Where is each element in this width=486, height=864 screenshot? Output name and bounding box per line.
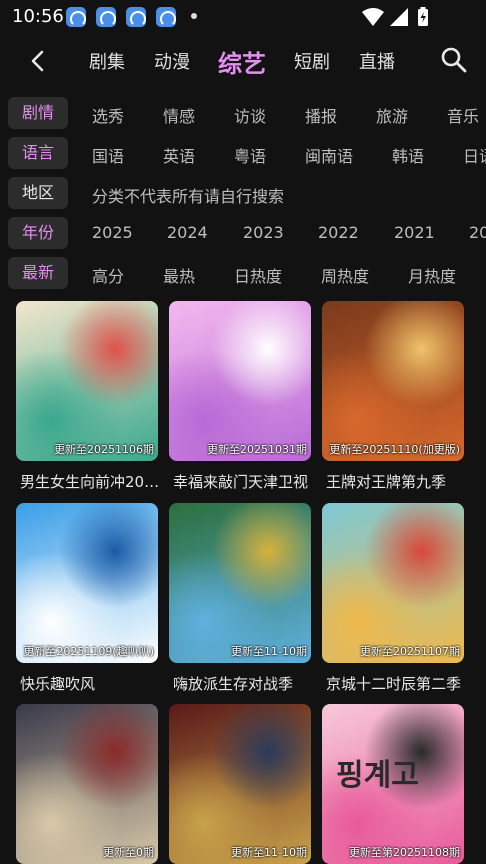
filter-row-year: 年份 2025 2024 2023 2022 2021 2020 xyxy=(0,215,486,251)
sort-option[interactable]: 最热 xyxy=(163,263,195,287)
poster-logo-text: 핑계고 xyxy=(336,758,419,793)
show-poster: 更新至20251031期 xyxy=(169,301,311,461)
show-title: 幸福来敲门天津卫视 xyxy=(173,473,309,491)
system-icons xyxy=(360,6,450,32)
filter-row-sort: 最新 高分 最热 日热度 周热度 月热度 xyxy=(0,255,486,291)
sort-option[interactable]: 周热度 xyxy=(321,263,369,287)
filter-option[interactable]: 2023 xyxy=(243,223,284,242)
show-poster: 更新至20251107期 xyxy=(322,503,464,663)
show-title: 男生女生向前冲2025 xyxy=(20,473,160,491)
update-badge: 更新至20251107期 xyxy=(360,645,460,658)
filter-label-region[interactable]: 地区 xyxy=(8,177,68,209)
update-badge: 更新至20251031期 xyxy=(207,443,307,456)
sort-option[interactable]: 日热度 xyxy=(234,263,282,287)
show-poster: 更新至20251110(加更版) xyxy=(322,301,464,461)
signal-icon xyxy=(390,8,408,26)
filter-note: 分类不代表所有请自行搜索 xyxy=(92,187,285,206)
more-notifications-icon xyxy=(191,13,197,19)
filter-option[interactable]: 日语 xyxy=(463,143,486,167)
show-title: 王牌对王牌第九季 xyxy=(326,473,447,491)
filter-row-plot: 剧情 选秀 情感 访谈 播报 旅游 音乐 xyxy=(0,95,486,131)
notification-app-icon xyxy=(126,7,146,27)
filter-row-language: 语言 国语 英语 粤语 闽南语 韩语 日语 xyxy=(0,135,486,171)
search-icon xyxy=(441,47,467,73)
filter-option[interactable]: 播报 xyxy=(305,103,337,127)
status-time: 10:56 xyxy=(12,6,64,27)
sort-option[interactable]: 月热度 xyxy=(408,263,456,287)
show-title: 京城十二时辰第二季 xyxy=(326,675,462,693)
battery-icon xyxy=(418,7,428,26)
update-badge: 更新至20251106期 xyxy=(54,443,154,456)
chevron-left-icon xyxy=(31,50,44,72)
filter-option[interactable]: 2022 xyxy=(318,223,359,242)
show-poster: 更新至20251109(趣叭叭) xyxy=(16,503,158,663)
tab-anime[interactable]: 动漫 xyxy=(154,48,190,74)
filter-option[interactable]: 韩语 xyxy=(392,143,424,167)
filter-option[interactable]: 2025 xyxy=(92,223,133,242)
show-poster: 更新至0期 xyxy=(16,704,158,864)
show-title: 嗨放派生存对战季 xyxy=(173,675,294,693)
notification-app-icon xyxy=(156,7,176,27)
filter-option[interactable]: 2021 xyxy=(394,223,435,242)
notification-app-icon xyxy=(96,7,116,27)
update-badge: 更新至20251109(趣叭叭) xyxy=(23,645,154,658)
filter-label-sort[interactable]: 最新 xyxy=(8,257,68,289)
filter-option[interactable]: 访谈 xyxy=(234,103,266,127)
show-poster: 更新至11-10期 xyxy=(169,503,311,663)
tab-short-drama[interactable]: 短剧 xyxy=(294,48,330,74)
update-badge: 更新至20251110(加更版) xyxy=(329,443,460,456)
update-badge: 更新至第20251108期 xyxy=(349,846,460,859)
filter-row-region: 地区 分类不代表所有请自行搜索 xyxy=(0,175,486,211)
top-nav: 剧集 动漫 综艺 短剧 直播 xyxy=(0,36,486,86)
search-button[interactable] xyxy=(438,44,470,76)
sort-option[interactable]: 高分 xyxy=(92,263,124,287)
tab-series[interactable]: 剧集 xyxy=(89,48,125,74)
update-badge: 更新至11-10期 xyxy=(231,846,307,859)
tab-live[interactable]: 直播 xyxy=(359,48,395,74)
update-badge: 更新至11-10期 xyxy=(231,645,307,658)
status-bar: 10:56 xyxy=(0,0,486,34)
back-button[interactable] xyxy=(22,44,56,78)
filter-option[interactable]: 2024 xyxy=(167,223,208,242)
filter-option[interactable]: 旅游 xyxy=(376,103,408,127)
filter-option[interactable]: 粤语 xyxy=(234,143,266,167)
update-badge: 更新至0期 xyxy=(103,846,154,859)
notification-app-icon xyxy=(66,7,86,27)
filter-option[interactable]: 情感 xyxy=(163,103,195,127)
filter-label-plot[interactable]: 剧情 xyxy=(8,97,68,129)
tab-variety[interactable]: 综艺 xyxy=(218,44,266,79)
show-poster: 更新至20251106期 xyxy=(16,301,158,461)
filter-option[interactable]: 2020 xyxy=(469,223,486,242)
filter-option[interactable]: 英语 xyxy=(163,143,195,167)
show-poster: 핑계고 更新至第20251108期 xyxy=(322,704,464,864)
filter-option[interactable]: 音乐 xyxy=(447,103,479,127)
filter-option[interactable]: 闽南语 xyxy=(305,143,353,167)
show-poster: 更新至11-10期 xyxy=(169,704,311,864)
filter-option[interactable]: 选秀 xyxy=(92,103,124,127)
filter-option[interactable]: 国语 xyxy=(92,143,124,167)
filter-label-language[interactable]: 语言 xyxy=(8,137,68,169)
wifi-icon xyxy=(362,8,384,26)
show-title: 快乐趣吹风 xyxy=(20,675,96,693)
filter-label-year[interactable]: 年份 xyxy=(8,217,68,249)
